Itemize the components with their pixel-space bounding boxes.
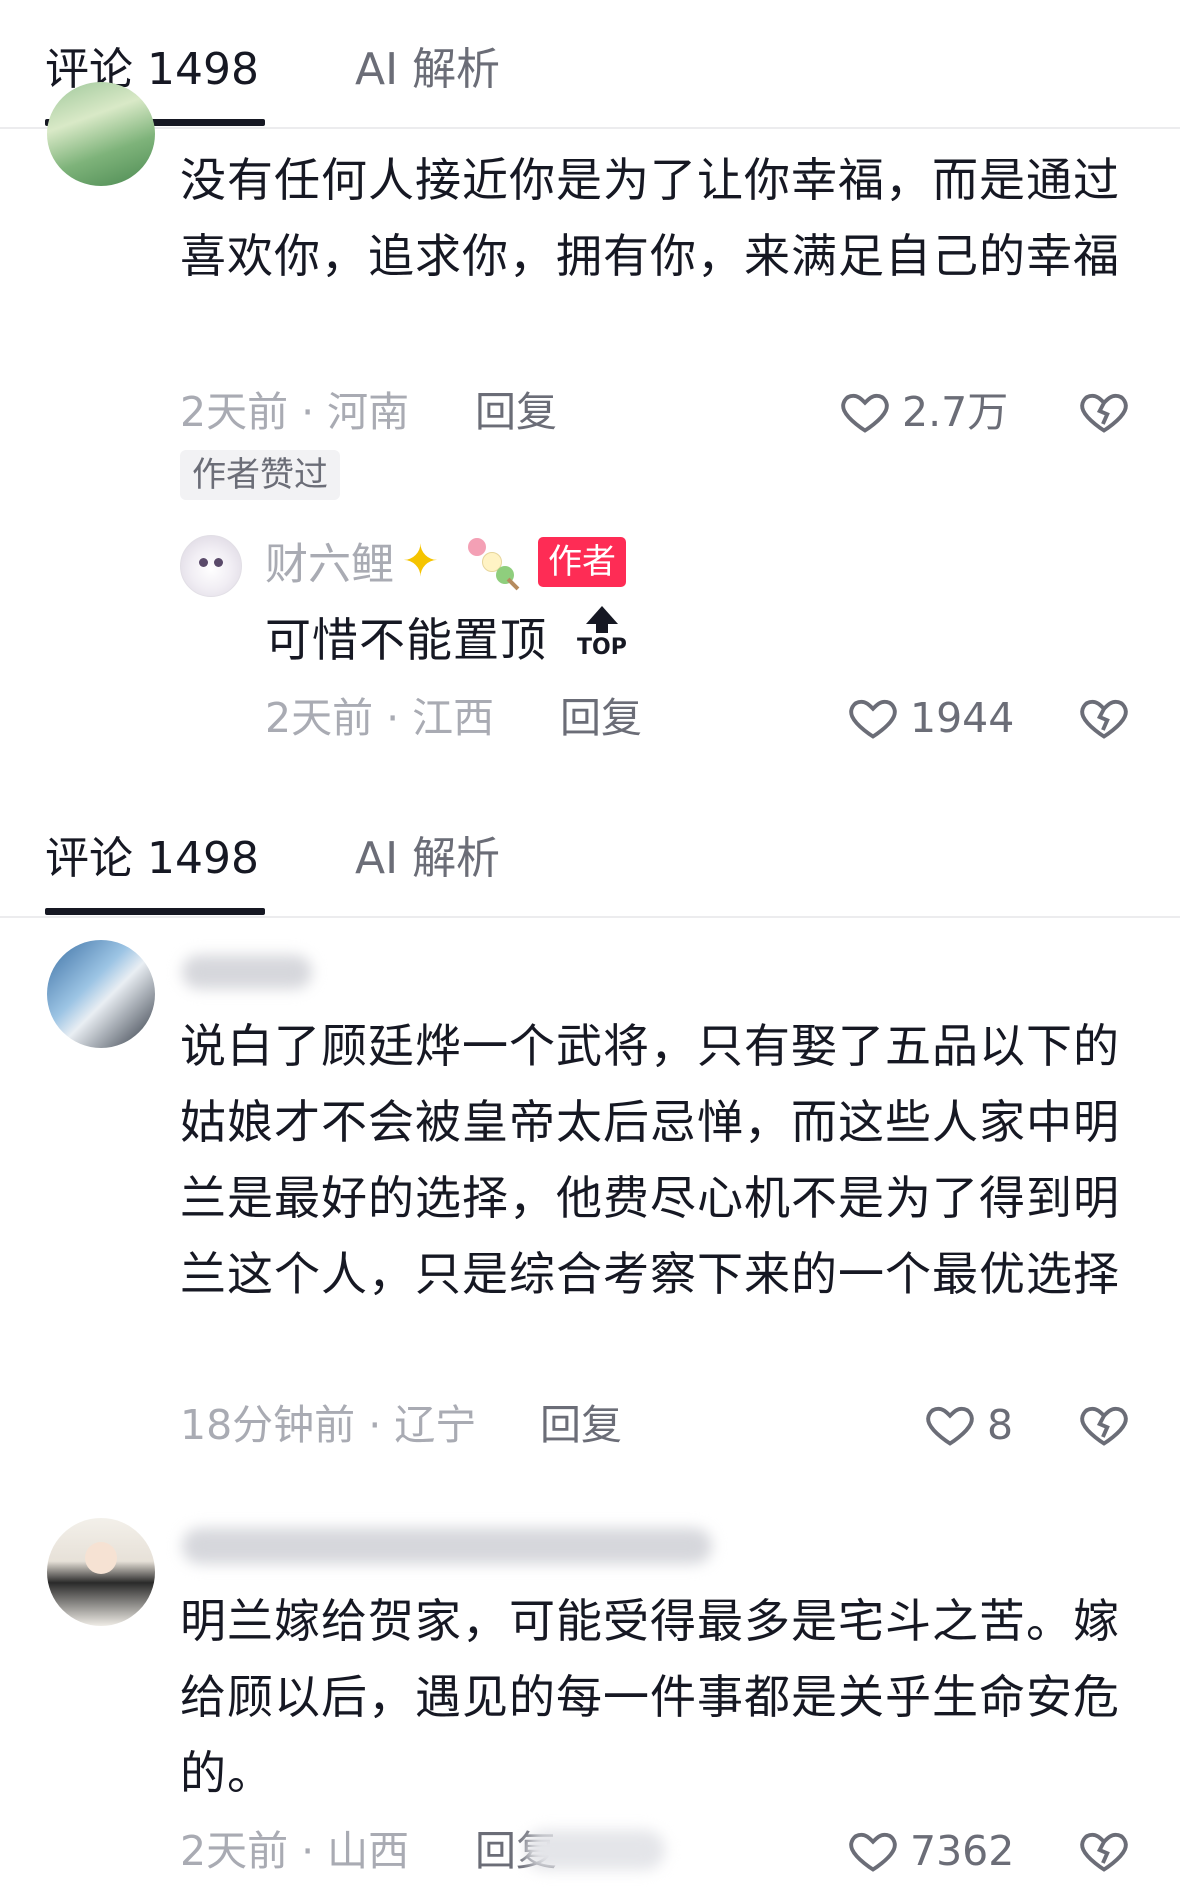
reply-button[interactable]: 回复 [475,387,557,437]
watermark-blur [525,1830,665,1870]
heart-icon[interactable] [846,1824,900,1876]
username-blurred[interactable] [182,1528,712,1564]
tanghulu-icon [462,534,522,594]
top-arrow-icon: TOP [577,606,627,666]
like-count: 7362 [910,1827,1015,1875]
reply-text: 可惜不能置顶 [265,613,547,667]
dislike-icon[interactable] [1077,1398,1131,1450]
reply-button[interactable]: 回复 [540,1400,622,1450]
dislike-icon[interactable] [1077,691,1131,743]
heart-icon[interactable] [838,385,892,437]
avatar[interactable] [180,535,242,597]
top-label: TOP [577,635,627,660]
heart-icon[interactable] [923,1398,977,1450]
tab-divider [0,127,1180,129]
author-badge: 作者 [538,537,626,587]
comment-meta: 2天前 · 河南 [180,388,410,436]
comment-meta: 18分钟前 · 辽宁 [180,1401,477,1449]
heart-icon[interactable] [846,691,900,743]
sparkles-icon: ✦ [402,536,439,587]
comment-tabbar-second: 评论 1498 AI 解析 [0,789,1180,918]
like-count: 1944 [910,694,1015,742]
comment-text: 没有任何人接近你是为了让你幸福，而是通过喜欢你，追求你，拥有你，来满足自己的幸福 [180,153,1120,283]
reply-meta: 2天前 · 江西 [265,694,495,742]
username-blurred[interactable] [182,955,312,989]
author-liked-tag: 作者赞过 [180,450,340,500]
tab-underline [45,908,265,915]
tab-ai-analysis[interactable]: AI 解析 [355,831,500,887]
avatar[interactable] [47,940,155,1048]
tab-comments[interactable]: 评论 1498 [45,831,259,887]
dislike-icon[interactable] [1077,385,1131,437]
comment-tabbar-top: 评论 1498 AI 解析 [0,0,1180,129]
tab-divider [0,916,1180,918]
avatar[interactable] [47,82,155,186]
comment-meta: 2天前 · 山西 [180,1827,410,1875]
like-count: 2.7万 [902,388,1009,436]
avatar[interactable] [47,1518,155,1626]
like-count: 8 [987,1401,1014,1449]
dislike-icon[interactable] [1077,1824,1131,1876]
comment-text: 明兰嫁给贺家，可能受得最多是宅斗之苦。嫁给顾以后，遇见的每一件事都是关乎生命安危… [180,1594,1120,1800]
reply-username[interactable]: 财六鲤 [265,540,394,590]
comment-text: 说白了顾廷烨一个武将，只有娶了五品以下的姑娘才不会被皇帝太后忌惮，而这些人家中明… [180,1019,1120,1301]
tab-ai-analysis[interactable]: AI 解析 [355,42,500,98]
reply-button[interactable]: 回复 [560,693,642,743]
